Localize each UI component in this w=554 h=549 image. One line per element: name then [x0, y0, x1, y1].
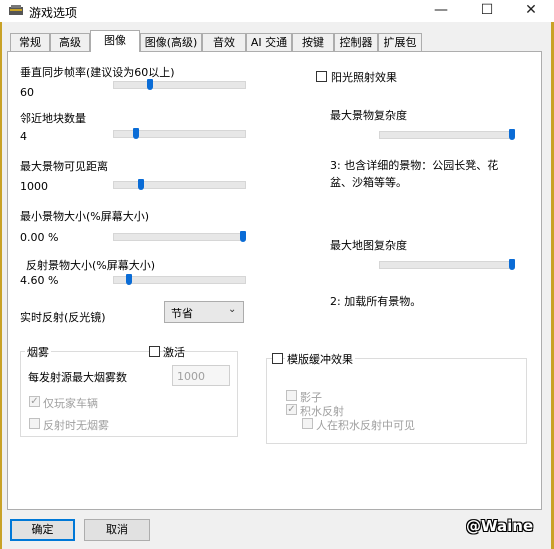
- min-scenery-size-slider-thumb[interactable]: [240, 231, 246, 242]
- maximize-button[interactable]: ☐: [464, 0, 510, 22]
- tab-keys[interactable]: 按键: [292, 33, 334, 51]
- stencil-title: 模版缓冲效果: [285, 351, 355, 367]
- person-puddle-label: 人在积水反射中可见: [316, 419, 415, 432]
- max-scenery-complexity-desc-line1: 3: 也含详细的景物：公园长凳、花: [330, 159, 499, 172]
- person-puddle-checkbox[interactable]: [302, 418, 313, 429]
- no-fog-reflection-checkbox[interactable]: [29, 418, 40, 429]
- watermark: @Waine: [466, 517, 534, 535]
- sunshine-checkbox[interactable]: [316, 71, 327, 82]
- neighbor-blocks-slider-thumb[interactable]: [133, 128, 140, 139]
- no-fog-reflection-label: 反射时无烟雾: [43, 419, 109, 432]
- reflection-size-slider[interactable]: [113, 276, 246, 284]
- window-frame-left: [0, 22, 2, 549]
- fog-group-title: 烟雾: [25, 344, 51, 360]
- stencil-checkbox[interactable]: [272, 353, 283, 364]
- max-fog-value: 1000: [177, 370, 205, 383]
- realtime-reflection-dropdown[interactable]: 节省 ⌄: [164, 301, 244, 323]
- title-bar: 游戏选项 — ☐ ✕: [0, 0, 554, 22]
- tab-expansion[interactable]: 扩展包: [378, 33, 422, 51]
- reflection-size-slider-thumb[interactable]: [125, 274, 132, 285]
- tab-graphics[interactable]: 图像: [90, 30, 140, 52]
- window-title: 游戏选项: [29, 6, 78, 20]
- max-map-complexity-slider[interactable]: [379, 261, 515, 269]
- reflection-size-label: 反射景物大小(%屏幕大小): [26, 259, 156, 272]
- minimize-button[interactable]: —: [418, 0, 464, 22]
- player-only-label: 仅玩家车辆: [43, 397, 98, 410]
- vsync-slider[interactable]: [113, 81, 246, 89]
- min-scenery-size-label: 最小景物大小(%屏幕大小): [20, 210, 150, 223]
- max-scenery-distance-value: 1000: [20, 180, 48, 193]
- chevron-down-icon: ⌄: [228, 304, 237, 315]
- shadow-checkbox[interactable]: [286, 390, 297, 401]
- sunshine-label: 阳光照射效果: [331, 71, 397, 84]
- neighbor-blocks-label: 邻近地块数量: [20, 112, 86, 125]
- max-scenery-complexity-desc-line2: 盆、沙箱等等。: [330, 176, 407, 189]
- fog-activate-checkbox[interactable]: [149, 346, 160, 357]
- max-scenery-complexity-slider[interactable]: [379, 131, 515, 139]
- max-fog-label: 每发射源最大烟雾数: [28, 371, 127, 384]
- max-scenery-distance-label: 最大景物可见距离: [20, 160, 108, 173]
- fog-activate-label: 激活: [163, 346, 185, 359]
- tab-advanced[interactable]: 高级: [50, 33, 90, 51]
- app-icon: [9, 5, 23, 15]
- realtime-reflection-selected: 节省: [171, 307, 193, 320]
- realtime-reflection-label: 实时反射(反光镜): [20, 311, 106, 324]
- max-map-complexity-slider-thumb[interactable]: [509, 259, 515, 270]
- reflection-size-value: 4.60 %: [20, 274, 59, 287]
- tab-ai-traffic[interactable]: AI 交通: [246, 33, 292, 51]
- min-scenery-size-value: 0.00 %: [20, 231, 59, 244]
- max-map-complexity-label: 最大地图复杂度: [330, 239, 407, 252]
- vsync-slider-thumb[interactable]: [147, 79, 154, 90]
- vsync-label: 垂直同步帧率(建议设为60以上): [20, 66, 175, 79]
- ok-button[interactable]: 确定: [10, 519, 75, 541]
- tab-general[interactable]: 常规: [10, 33, 50, 51]
- close-button[interactable]: ✕: [508, 0, 554, 22]
- puddle-reflection-checkbox[interactable]: ✓: [286, 404, 297, 415]
- neighbor-blocks-value: 4: [20, 130, 27, 143]
- vsync-value: 60: [20, 86, 34, 99]
- max-scenery-complexity-label: 最大景物复杂度: [330, 109, 407, 122]
- max-scenery-distance-slider-thumb[interactable]: [138, 179, 145, 190]
- max-scenery-distance-slider[interactable]: [113, 181, 246, 189]
- max-map-complexity-desc: 2: 加载所有景物。: [330, 295, 422, 308]
- player-only-checkbox[interactable]: ✓: [29, 396, 40, 407]
- max-scenery-complexity-slider-thumb[interactable]: [509, 129, 515, 140]
- tab-sound[interactable]: 音效: [202, 33, 246, 51]
- min-scenery-size-slider[interactable]: [113, 233, 246, 241]
- tab-controller[interactable]: 控制器: [334, 33, 378, 51]
- max-fog-input[interactable]: 1000: [172, 365, 230, 386]
- cancel-button[interactable]: 取消: [84, 519, 150, 541]
- tab-graphics-advanced[interactable]: 图像(高级): [140, 33, 202, 51]
